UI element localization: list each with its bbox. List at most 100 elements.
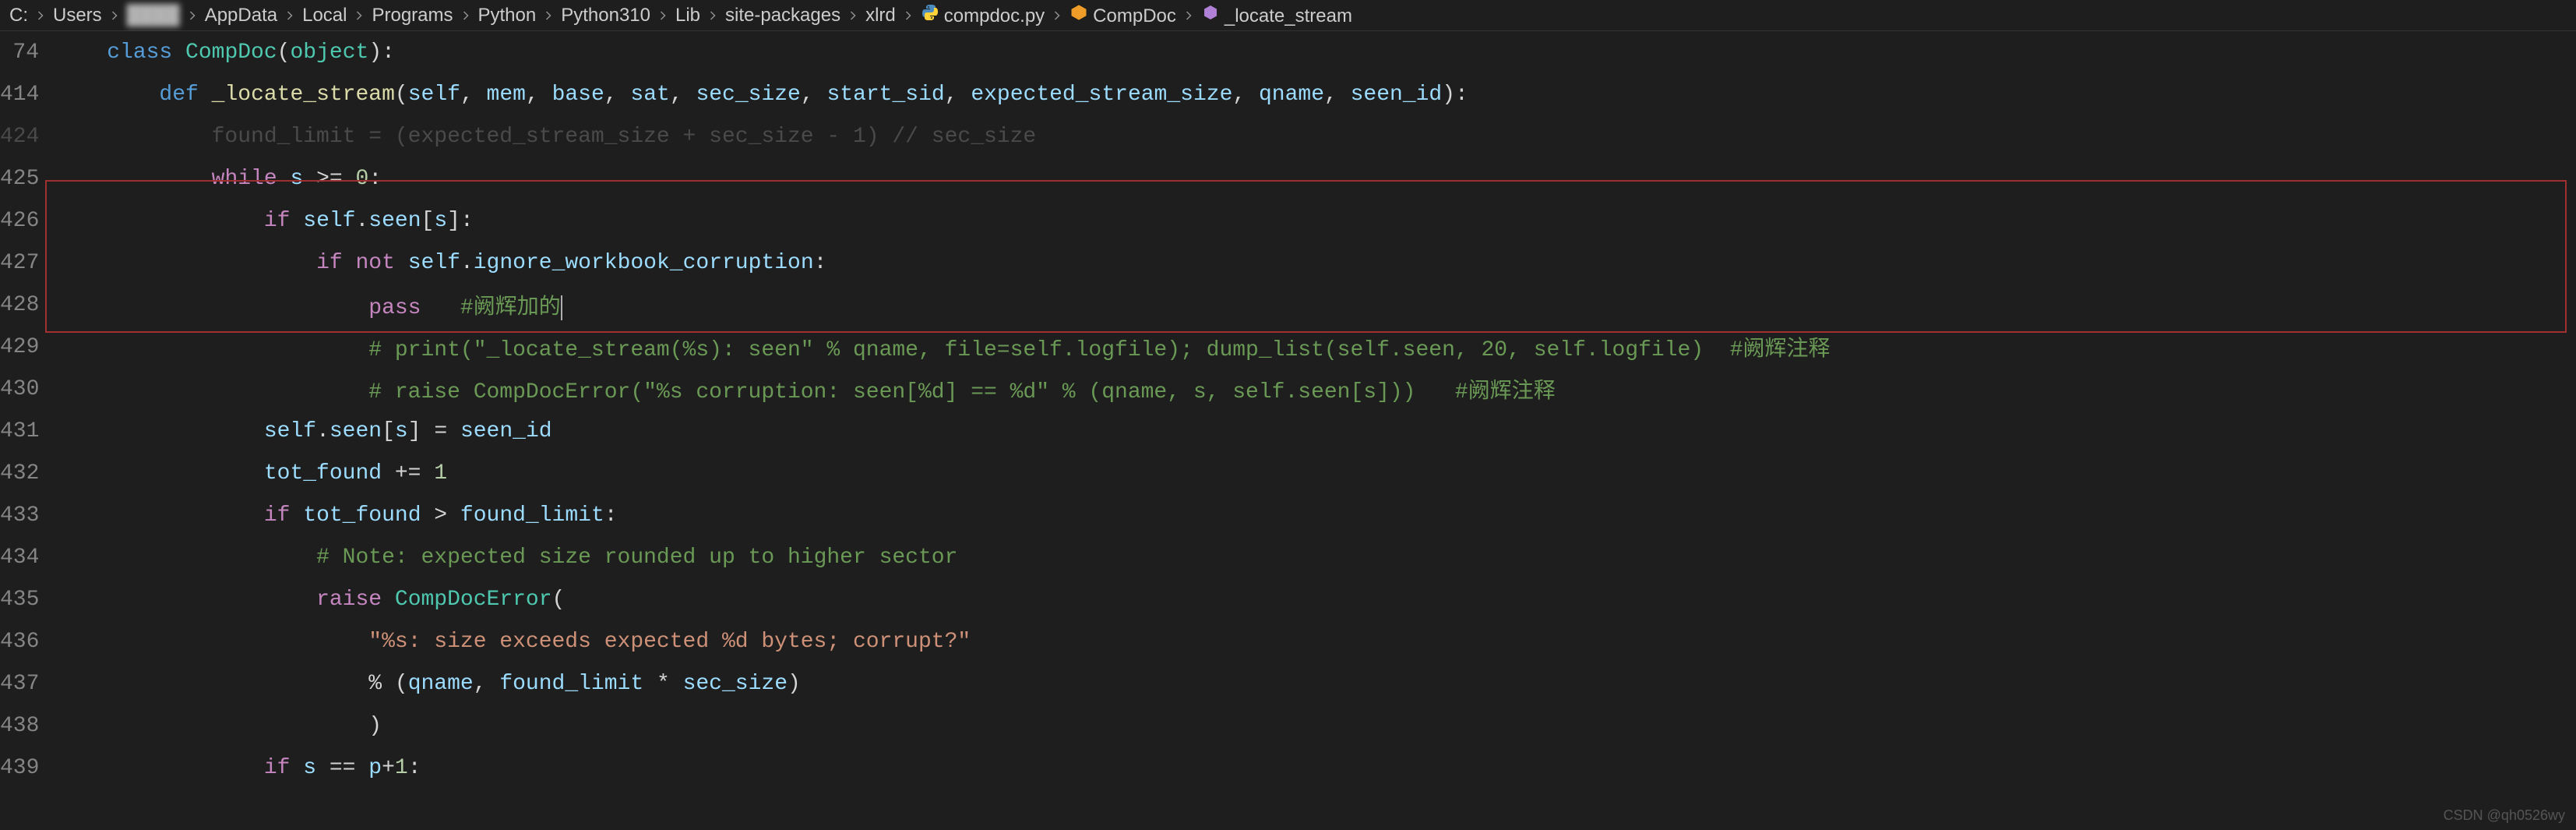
code-content[interactable]: if s == p+1:: [55, 756, 2576, 780]
code-content[interactable]: # raise CompDocError("%s corruption: see…: [55, 373, 2576, 404]
code-line[interactable]: 74 class CompDoc(object):: [0, 31, 2576, 73]
line-number: 426: [0, 209, 55, 233]
code-content[interactable]: tot_found += 1: [55, 461, 2576, 486]
code-line[interactable]: 426 if self.seen[s]:: [0, 200, 2576, 242]
code-token: ,: [526, 83, 552, 107]
code-token: .: [316, 419, 329, 443]
breadcrumb-item[interactable]: Lib: [675, 5, 700, 26]
code-line[interactable]: 430 # raise CompDocError("%s corruption:…: [0, 368, 2576, 410]
code-editor[interactable]: 74 class CompDoc(object):414 def _locate…: [0, 31, 2576, 830]
code-token: .: [355, 209, 368, 233]
code-line[interactable]: 425 while s >= 0:: [0, 157, 2576, 200]
code-line[interactable]: 439 if s == p+1:: [0, 747, 2576, 789]
code-token: seen: [329, 419, 382, 443]
code-line[interactable]: 414 def _locate_stream(self, mem, base, …: [0, 73, 2576, 115]
breadcrumb-item[interactable]: site-packages: [725, 5, 840, 26]
code-token: [55, 296, 368, 320]
code-token: [395, 251, 408, 275]
breadcrumb-item[interactable]: _locate_stream: [1201, 3, 1352, 27]
breadcrumb-label: C:: [9, 5, 28, 26]
breadcrumb-item[interactable]: Python: [478, 5, 537, 26]
code-token: found_limit: [460, 503, 604, 528]
line-number: 414: [0, 83, 55, 107]
code-token: ,: [1324, 83, 1351, 107]
code-token: +=: [382, 461, 434, 486]
breadcrumb-item[interactable]: C:: [9, 5, 28, 26]
code-token: seen_id: [460, 419, 552, 443]
code-token: ,: [670, 83, 696, 107]
line-number: 437: [0, 672, 55, 696]
code-line[interactable]: 427 if not self.ignore_workbook_corrupti…: [0, 242, 2576, 284]
code-token: (: [395, 83, 408, 107]
code-token: sat: [630, 83, 669, 107]
line-number: 439: [0, 756, 55, 780]
breadcrumb-label: ████: [127, 5, 180, 26]
code-content[interactable]: class CompDoc(object):: [55, 41, 2576, 65]
code-token: 1: [395, 756, 408, 780]
code-content[interactable]: while s >= 0:: [55, 167, 2576, 191]
code-line[interactable]: 433 if tot_found > found_limit:: [0, 494, 2576, 536]
code-line[interactable]: 424 found_limit = (expected_stream_size …: [0, 115, 2576, 157]
code-token: [55, 419, 264, 443]
code-token: self: [408, 251, 460, 275]
breadcrumb-item[interactable]: compdoc.py: [921, 3, 1045, 27]
code-token: s: [395, 419, 408, 443]
chevron-right-icon: [460, 9, 472, 22]
code-token: [: [421, 209, 435, 233]
code-token: [55, 588, 316, 612]
code-content[interactable]: if tot_found > found_limit:: [55, 503, 2576, 528]
code-token: [55, 756, 264, 780]
code-token: _locate_stream: [212, 83, 395, 107]
breadcrumb-item[interactable]: Programs: [372, 5, 453, 26]
breadcrumb-item[interactable]: Users: [53, 5, 102, 26]
code-token: ):: [368, 41, 395, 65]
code-token: ==: [316, 756, 368, 780]
code-token: ]:: [447, 209, 474, 233]
code-content[interactable]: # Note: expected size rounded up to high…: [55, 546, 2576, 570]
code-content[interactable]: "%s: size exceeds expected %d bytes; cor…: [55, 630, 2576, 654]
breadcrumb-item[interactable]: Local: [302, 5, 347, 26]
code-line[interactable]: 429 # print("_locate_stream(%s): seen" %…: [0, 326, 2576, 368]
code-line[interactable]: 432 tot_found += 1: [0, 452, 2576, 494]
chevron-right-icon: [284, 9, 296, 22]
code-line[interactable]: 437 % (qname, found_limit * sec_size): [0, 662, 2576, 705]
breadcrumb-item[interactable]: CompDoc: [1070, 3, 1176, 27]
code-token: CompDoc: [185, 41, 277, 65]
line-number: 428: [0, 293, 55, 317]
code-content[interactable]: if self.seen[s]:: [55, 209, 2576, 233]
code-content[interactable]: raise CompDocError(: [55, 588, 2576, 612]
code-line[interactable]: 428 pass #阙辉加的: [0, 284, 2576, 326]
code-line[interactable]: 431 self.seen[s] = seen_id: [0, 410, 2576, 452]
code-token: found_limit = (expected_stream_size + se…: [55, 125, 1036, 149]
breadcrumb-item[interactable]: AppData: [205, 5, 277, 26]
code-content[interactable]: found_limit = (expected_stream_size + se…: [55, 125, 2576, 149]
code-token: #阙辉加的: [460, 296, 561, 320]
breadcrumb-item[interactable]: ████: [127, 5, 180, 26]
code-line[interactable]: 435 raise CompDocError(: [0, 578, 2576, 620]
code-token: ] =: [408, 419, 460, 443]
code-content[interactable]: pass #阙辉加的: [55, 289, 2576, 320]
code-token: start_sid: [826, 83, 944, 107]
code-content[interactable]: def _locate_stream(self, mem, base, sat,…: [55, 83, 2576, 107]
breadcrumb-item[interactable]: xlrd: [865, 5, 896, 26]
code-token: [55, 41, 107, 65]
code-token: p: [368, 756, 382, 780]
code-token: def: [159, 83, 198, 107]
code-content[interactable]: % (qname, found_limit * sec_size): [55, 672, 2576, 696]
breadcrumb-label: Users: [53, 5, 102, 26]
code-line[interactable]: 434 # Note: expected size rounded up to …: [0, 536, 2576, 578]
code-content[interactable]: if not self.ignore_workbook_corruption:: [55, 251, 2576, 275]
code-token: >=: [303, 167, 355, 191]
code-token: tot_found: [264, 461, 382, 486]
breadcrumb-label: Programs: [372, 5, 453, 26]
code-content[interactable]: # print("_locate_stream(%s): seen" % qna…: [55, 331, 2576, 362]
code-content[interactable]: self.seen[s] = seen_id: [55, 419, 2576, 443]
breadcrumb-item[interactable]: Python310: [561, 5, 650, 26]
code-line[interactable]: 436 "%s: size exceeds expected %d bytes;…: [0, 620, 2576, 662]
code-content[interactable]: ): [55, 714, 2576, 738]
chevron-right-icon: [707, 9, 719, 22]
breadcrumb-label: Python: [478, 5, 537, 26]
code-line[interactable]: 438 ): [0, 705, 2576, 747]
code-token: [290, 756, 303, 780]
method-icon: [1201, 3, 1220, 22]
